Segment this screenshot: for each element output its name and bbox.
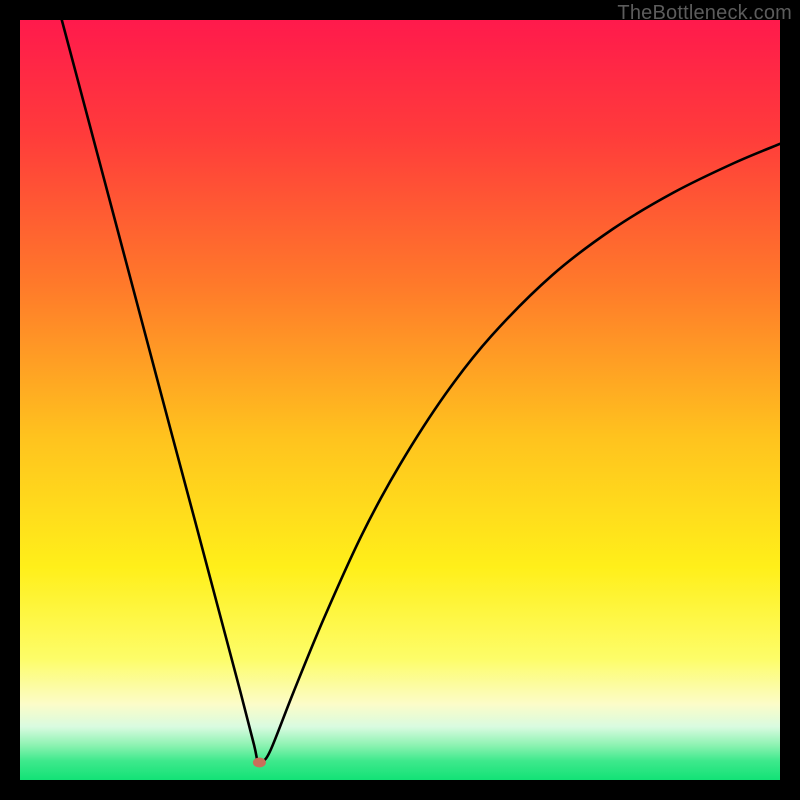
- bottleneck-chart: [20, 20, 780, 780]
- optimal-point-marker: [253, 758, 266, 768]
- watermark-text: TheBottleneck.com: [617, 2, 792, 25]
- gradient-background: [20, 20, 780, 780]
- plot-area: [20, 20, 780, 780]
- chart-frame: TheBottleneck.com: [0, 0, 800, 800]
